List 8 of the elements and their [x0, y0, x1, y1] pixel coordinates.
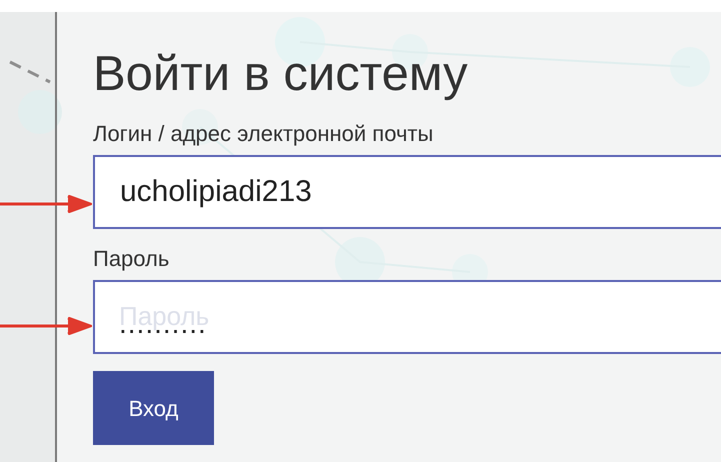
login-button[interactable]: Вход	[93, 371, 214, 445]
password-field[interactable]: Пароль ..........	[93, 280, 721, 354]
page-title: Войти в систему	[93, 46, 468, 103]
arrow-icon	[0, 317, 92, 335]
arrow-icon	[0, 195, 92, 213]
field-label: Логин / адрес электронной почты	[93, 120, 434, 148]
login-field[interactable]: ucholipiadi213	[93, 155, 721, 229]
field-label: Пароль	[93, 245, 170, 273]
